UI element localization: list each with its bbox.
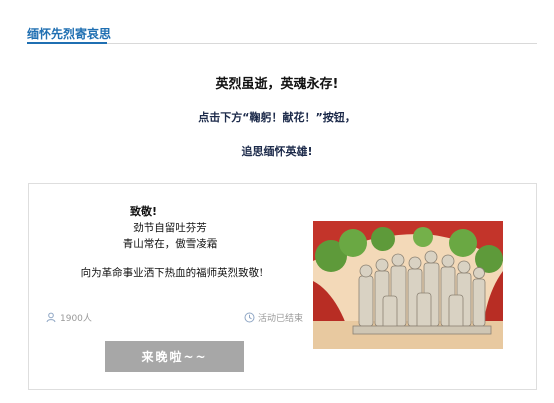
late-arrival-button[interactable]: 来晚啦~~ <box>105 341 244 372</box>
activity-status: 活动已结束 <box>244 310 303 324</box>
intro-subline: 追思缅怀英雄! <box>241 145 313 158</box>
tribute-text: 向为革命事业洒下热血的福师英烈致敬! <box>80 267 264 279</box>
status-label: 活动已结束 <box>258 313 304 324</box>
poem-line-2: 青山常在，傲雪凌霜 <box>122 238 218 250</box>
page: 缅怀先烈寄哀思 英烈虽逝，英魂永存! 点击下方“鞠躬！献花！”按钮， 追思缅怀英… <box>0 0 554 403</box>
intro-instruction: 点击下方“鞠躬！献花！”按钮， <box>198 111 356 124</box>
tribute-heading: 致敬! <box>130 205 158 218</box>
participants-count: 1900人 <box>46 310 92 324</box>
martyrs-monument-illustration <box>313 221 503 349</box>
intro-heading: 英烈虽逝，英魂永存! <box>215 77 339 92</box>
poem-line-1: 劲节自留吐芬芳 <box>133 222 207 234</box>
tab-active-indicator <box>27 42 107 44</box>
clock-icon <box>244 312 255 323</box>
participants-label: 1900人 <box>60 313 92 324</box>
section-tab-bar: 缅怀先烈寄哀思 <box>0 0 554 44</box>
person-icon <box>46 312 57 323</box>
tab-memorial[interactable]: 缅怀先烈寄哀思 <box>27 25 111 42</box>
